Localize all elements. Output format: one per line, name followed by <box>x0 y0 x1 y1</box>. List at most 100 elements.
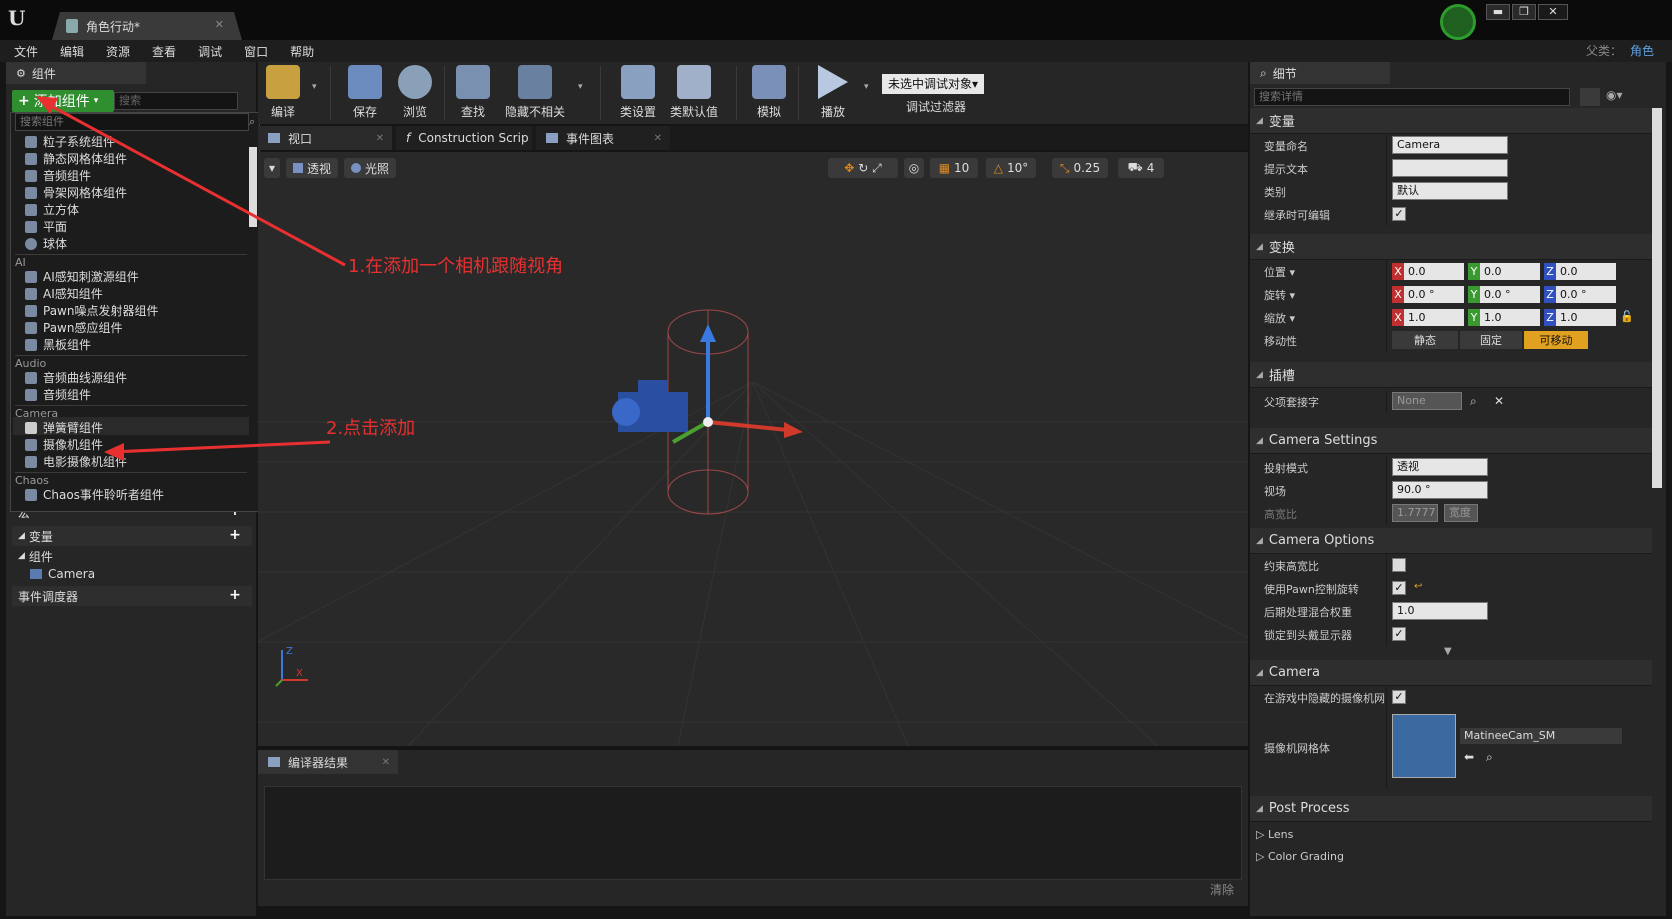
search-icon[interactable]: ⌕ <box>1470 394 1477 409</box>
mobility-movable-button[interactable]: 可移动 <box>1524 331 1588 349</box>
property-row: 投射模式 透视 <box>1250 456 1652 479</box>
property-label: 后期处理混合权重 <box>1264 606 1352 619</box>
section-camera[interactable]: ◢ Camera <box>1250 660 1652 686</box>
rotation-z-field[interactable]: 0.0 ° <box>1556 286 1616 303</box>
expand-advanced-icon[interactable]: ▼ <box>1444 646 1452 657</box>
x-axis-icon: X <box>1392 263 1404 280</box>
mobility-stationary-label: 固定 <box>1480 334 1502 347</box>
scale-z-field[interactable]: 1.0 <box>1556 309 1616 326</box>
mobility-movable-label: 可移动 <box>1539 334 1573 347</box>
details-tab[interactable]: ⌕ 细节 <box>1250 62 1390 84</box>
y-axis-icon: Y <box>1468 286 1480 303</box>
clear-icon[interactable]: ✕ <box>1494 394 1504 408</box>
section-post-process[interactable]: ◢ Post Process <box>1250 796 1652 822</box>
property-label: 在游戏中隐藏的摄像机网 <box>1264 692 1385 705</box>
property-label: 缩放 ▾ <box>1264 312 1296 325</box>
color-grading-label[interactable]: ▷ Color Grading <box>1256 850 1344 863</box>
post-process-weight-field[interactable]: 1.0 <box>1392 602 1488 620</box>
variable-name-field[interactable]: Camera <box>1392 136 1508 154</box>
collapse-icon: ◢ <box>1256 667 1263 678</box>
aspect-field[interactable]: 1.7777 <box>1392 504 1438 522</box>
details-scrollbar[interactable] <box>1652 108 1662 488</box>
property-row: 锁定到头戴显示器 ✓ <box>1250 623 1652 646</box>
mobility-static-label: 静态 <box>1414 334 1436 347</box>
property-row: ▷ Color Grading <box>1250 846 1652 869</box>
details-search-input[interactable]: 搜索详情 <box>1254 88 1570 106</box>
aspect-preset-field[interactable]: 宽度 <box>1444 504 1478 522</box>
constrain-checkbox[interactable] <box>1392 558 1406 572</box>
lock-icon[interactable]: 🔓 <box>1620 310 1634 323</box>
hide-mesh-checkbox[interactable]: ✓ <box>1392 690 1406 704</box>
section-transform[interactable]: ◢ 变换 <box>1250 234 1652 260</box>
y-axis-icon: Y <box>1468 263 1480 280</box>
property-label: 提示文本 <box>1264 163 1308 176</box>
scale-x-field[interactable]: 1.0 <box>1404 309 1464 326</box>
browse-asset-icon[interactable]: ⌕ <box>1486 750 1493 765</box>
z-axis-icon: Z <box>1544 263 1556 280</box>
property-row: 摄像机网格体 MatineeCam_SM ⬅ ⌕ <box>1250 710 1652 788</box>
section-title: 变换 <box>1268 241 1295 256</box>
use-selected-icon[interactable]: ⬅ <box>1464 750 1474 764</box>
property-row: 约束高宽比 <box>1250 554 1652 577</box>
pawn-rotation-checkbox[interactable]: ✓ <box>1392 581 1406 595</box>
y-axis-icon: Y <box>1468 309 1480 326</box>
mesh-asset-select[interactable]: MatineeCam_SM <box>1460 728 1622 744</box>
category-select[interactable]: 默认 <box>1392 182 1508 200</box>
tab-compiler-results[interactable]: 编译器结果 ✕ <box>258 750 398 774</box>
location-z-field[interactable]: 0.0 <box>1556 263 1616 280</box>
z-axis-icon: Z <box>1544 286 1556 303</box>
property-label: 旋转 ▾ <box>1264 289 1296 302</box>
property-row: 继承时可编辑 ✓ <box>1250 203 1652 226</box>
mobility-row: 移动性 静态 固定 可移动 <box>1250 329 1652 352</box>
location-y-field[interactable]: 0.0 <box>1480 263 1540 280</box>
property-label: 父项套接字 <box>1264 396 1319 409</box>
property-label: 高宽比 <box>1264 508 1297 521</box>
compiler-output <box>264 786 1242 880</box>
lens-label[interactable]: ▷ Lens <box>1256 828 1293 841</box>
editable-checkbox[interactable]: ✓ <box>1392 207 1406 221</box>
mobility-stationary-button[interactable]: 固定 <box>1460 331 1522 349</box>
projection-select[interactable]: 透视 <box>1392 458 1488 476</box>
section-variable[interactable]: ◢ 变量 <box>1250 108 1652 134</box>
tooltip-field[interactable] <box>1392 159 1508 177</box>
mesh-thumbnail[interactable] <box>1392 714 1456 778</box>
x-axis-icon: X <box>1392 309 1404 326</box>
fov-field[interactable]: 90.0 ° <box>1392 481 1488 499</box>
section-camera-options[interactable]: ◢ Camera Options <box>1250 528 1652 554</box>
property-label: 约束高宽比 <box>1264 560 1319 573</box>
section-camera-settings[interactable]: ◢ Camera Settings <box>1250 428 1652 454</box>
property-row: 高宽比 1.7777 宽度 <box>1250 502 1652 525</box>
close-icon[interactable]: ✕ <box>382 757 390 768</box>
property-label: 使用Pawn控制旋转 <box>1264 583 1359 596</box>
section-title: 插槽 <box>1268 369 1295 384</box>
scale-y-field[interactable]: 1.0 <box>1480 309 1540 326</box>
property-label: 投射模式 <box>1264 462 1308 475</box>
visibility-eye-icon[interactable]: ◉▾ <box>1606 88 1636 106</box>
color-grading-text: Color Grading <box>1267 850 1344 863</box>
details-tab-label: 细节 <box>1272 66 1297 81</box>
mobility-static-button[interactable]: 静态 <box>1392 331 1458 349</box>
compiler-results-panel: 编译器结果 ✕ 清除 <box>258 750 1248 906</box>
section-title: Post Process <box>1268 801 1350 816</box>
clear-button[interactable]: 清除 <box>1210 881 1234 898</box>
rotation-row: 旋转 ▾ X 0.0 ° Y 0.0 ° Z 0.0 ° <box>1250 283 1652 306</box>
property-label: 变量命名 <box>1264 140 1308 153</box>
section-socket[interactable]: ◢ 插槽 <box>1250 362 1652 388</box>
compiler-icon <box>268 757 280 767</box>
z-axis-icon: Z <box>1544 309 1556 326</box>
property-label: 类别 <box>1264 186 1286 199</box>
tab-label: 编译器结果 <box>288 755 349 770</box>
lock-hmd-checkbox[interactable]: ✓ <box>1392 627 1406 641</box>
property-label: 摄像机网格体 <box>1264 742 1330 755</box>
collapse-icon: ◢ <box>1256 535 1263 546</box>
collapse-icon: ◢ <box>1256 369 1263 380</box>
location-x-field[interactable]: 0.0 <box>1404 263 1464 280</box>
rotation-x-field[interactable]: 0.0 ° <box>1404 286 1464 303</box>
rotation-y-field[interactable]: 0.0 ° <box>1480 286 1540 303</box>
reset-icon[interactable]: ↩ <box>1414 581 1422 592</box>
property-matrix-icon[interactable] <box>1580 88 1600 106</box>
property-row: 提示文本 <box>1250 157 1652 180</box>
parent-socket-field[interactable]: None <box>1392 392 1462 410</box>
section-title: Camera Options <box>1268 533 1375 548</box>
section-title: 变量 <box>1268 115 1295 130</box>
